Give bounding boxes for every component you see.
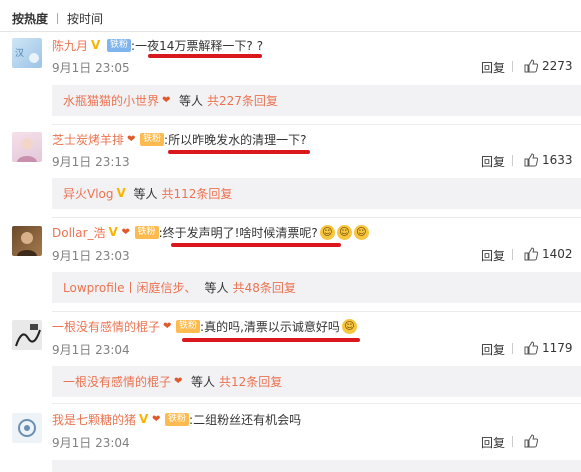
comment-trail: ?: [256, 38, 264, 53]
comment-text: 所以昨晚发水的清理一下?: [168, 133, 307, 147]
comment-text: 真的吗,清票以示诚意好吗: [204, 320, 340, 334]
like-count: 1633: [542, 153, 573, 167]
avatar[interactable]: [12, 413, 42, 443]
sub-reply-count[interactable]: 共48条回复: [233, 279, 296, 296]
sub-reply-count[interactable]: 共12条回复: [219, 373, 282, 390]
emoji-icon: ☺: [319, 225, 335, 240]
sub-reply-count[interactable]: 共227条回复: [207, 92, 278, 109]
thumbs-up-icon: [524, 247, 538, 261]
thumbs-up-icon: [524, 434, 538, 448]
sub-reply-etc: 等人: [133, 187, 158, 201]
reply-button[interactable]: 回复: [481, 434, 505, 451]
fan-badge: 铁粉: [140, 133, 165, 146]
username[interactable]: 陈九月: [52, 37, 88, 54]
fan-icon: ❤: [152, 414, 161, 425]
fan-badge: 铁粉: [165, 413, 190, 426]
comment-divider: [52, 124, 581, 125]
svg-text:汉: 汉: [15, 48, 24, 59]
sub-replies-box[interactable]: 异火Vlog V 等人 共112条回复: [52, 178, 581, 209]
comment-text: 一夜14万票解释一下?: [135, 39, 253, 53]
avatar[interactable]: [12, 132, 42, 162]
comment-divider: [52, 403, 581, 404]
reply-button[interactable]: 回复: [481, 341, 505, 358]
sub-reply-etc: 等人: [179, 94, 204, 108]
emoji-icon: ☺: [353, 225, 369, 240]
reply-button[interactable]: 回复: [481, 59, 505, 76]
emoji-icon: ☺: [341, 319, 357, 334]
emoji-icon: ☺: [336, 225, 352, 240]
action-divider: [512, 436, 513, 447]
sub-reply-etc: 等人: [204, 281, 229, 295]
reply-button[interactable]: 回复: [481, 153, 505, 170]
action-divider: [512, 249, 513, 260]
sort-tabs: 按热度 按时间: [12, 9, 103, 27]
comment-text: 二组粉丝还有机会吗: [193, 413, 302, 427]
like-button[interactable]: 2273: [524, 59, 573, 73]
verified-v-icon: V: [116, 186, 126, 200]
like-count: 2273: [542, 59, 573, 73]
comment-time: 9月1日 23:13: [52, 155, 130, 169]
fan-badge: 铁粉: [176, 320, 201, 333]
comment-time: 9月1日 23:04: [52, 343, 130, 357]
avatar[interactable]: 汉: [12, 38, 42, 68]
like-button[interactable]: [524, 434, 542, 448]
username[interactable]: 我是七颗糖的猪: [52, 411, 136, 428]
tab-by-hot[interactable]: 按热度: [12, 10, 48, 27]
username[interactable]: 芝士炭烤羊排: [52, 131, 124, 148]
sub-replies-box[interactable]: 一根没有感情的棍子 ❤ 等人 共12条回复: [52, 366, 581, 397]
action-divider: [512, 61, 513, 72]
tab-divider: [57, 12, 59, 24]
like-count: 1402: [542, 247, 573, 261]
fan-badge: 铁粉: [134, 226, 159, 239]
comment-time: 9月1日 23:04: [52, 436, 130, 450]
sub-reply-count[interactable]: 共112条回复: [162, 185, 233, 202]
thumbs-up-icon: [524, 153, 538, 167]
fan-icon: ❤: [162, 95, 171, 106]
sub-reply-user[interactable]: 一根没有感情的棍子: [63, 373, 171, 390]
fan-icon: ❤: [127, 134, 136, 145]
comment-time: 9月1日 23:03: [52, 249, 130, 263]
like-count: 1179: [542, 341, 573, 355]
username[interactable]: 一根没有感情的棍子: [52, 318, 160, 335]
avatar[interactable]: [12, 226, 42, 256]
comment-divider: [52, 217, 581, 218]
thumbs-up-icon: [524, 59, 538, 73]
highlight-underline: [168, 150, 310, 154]
sub-replies-box[interactable]: 水瓶猫猫的小世界 ❤ 等人 共227条回复: [52, 85, 581, 116]
avatar[interactable]: [12, 320, 42, 350]
tab-by-time[interactable]: 按时间: [67, 10, 103, 27]
highlight-underline: [182, 338, 360, 342]
comment-time: 9月1日 23:05: [52, 61, 130, 75]
reply-button[interactable]: 回复: [481, 247, 505, 264]
fan-icon: ❤: [121, 227, 130, 238]
fan-icon: ❤: [163, 321, 172, 332]
sub-replies-box[interactable]: [52, 460, 581, 472]
sub-replies-box[interactable]: Lowprofile丨闲庭信步、 等人 共48条回复: [52, 272, 581, 303]
comment-divider: [52, 311, 581, 312]
like-button[interactable]: 1179: [524, 341, 573, 355]
verified-v-icon: V: [139, 412, 149, 426]
sub-reply-user[interactable]: 水瓶猫猫的小世界: [63, 92, 159, 109]
header-divider: [0, 31, 581, 32]
sub-reply-user[interactable]: 异火Vlog: [63, 185, 114, 202]
like-button[interactable]: 1402: [524, 247, 573, 261]
fan-icon: ❤: [174, 376, 183, 387]
action-divider: [512, 155, 513, 166]
verified-v-icon: V: [108, 225, 118, 239]
verified-v-icon: V: [91, 38, 101, 52]
highlight-underline: [148, 54, 262, 58]
fan-badge: 铁粉: [107, 39, 132, 52]
thumbs-up-icon: [524, 341, 538, 355]
highlight-underline: [171, 243, 341, 247]
action-divider: [512, 343, 513, 354]
sub-reply-user[interactable]: Lowprofile丨闲庭信步、: [63, 279, 197, 296]
username[interactable]: Dollar_浩: [52, 224, 106, 241]
like-button[interactable]: 1633: [524, 153, 573, 167]
comment-text: 终于发声明了!啥时候清票呢?: [162, 226, 318, 240]
sub-reply-etc: 等人: [191, 375, 216, 389]
